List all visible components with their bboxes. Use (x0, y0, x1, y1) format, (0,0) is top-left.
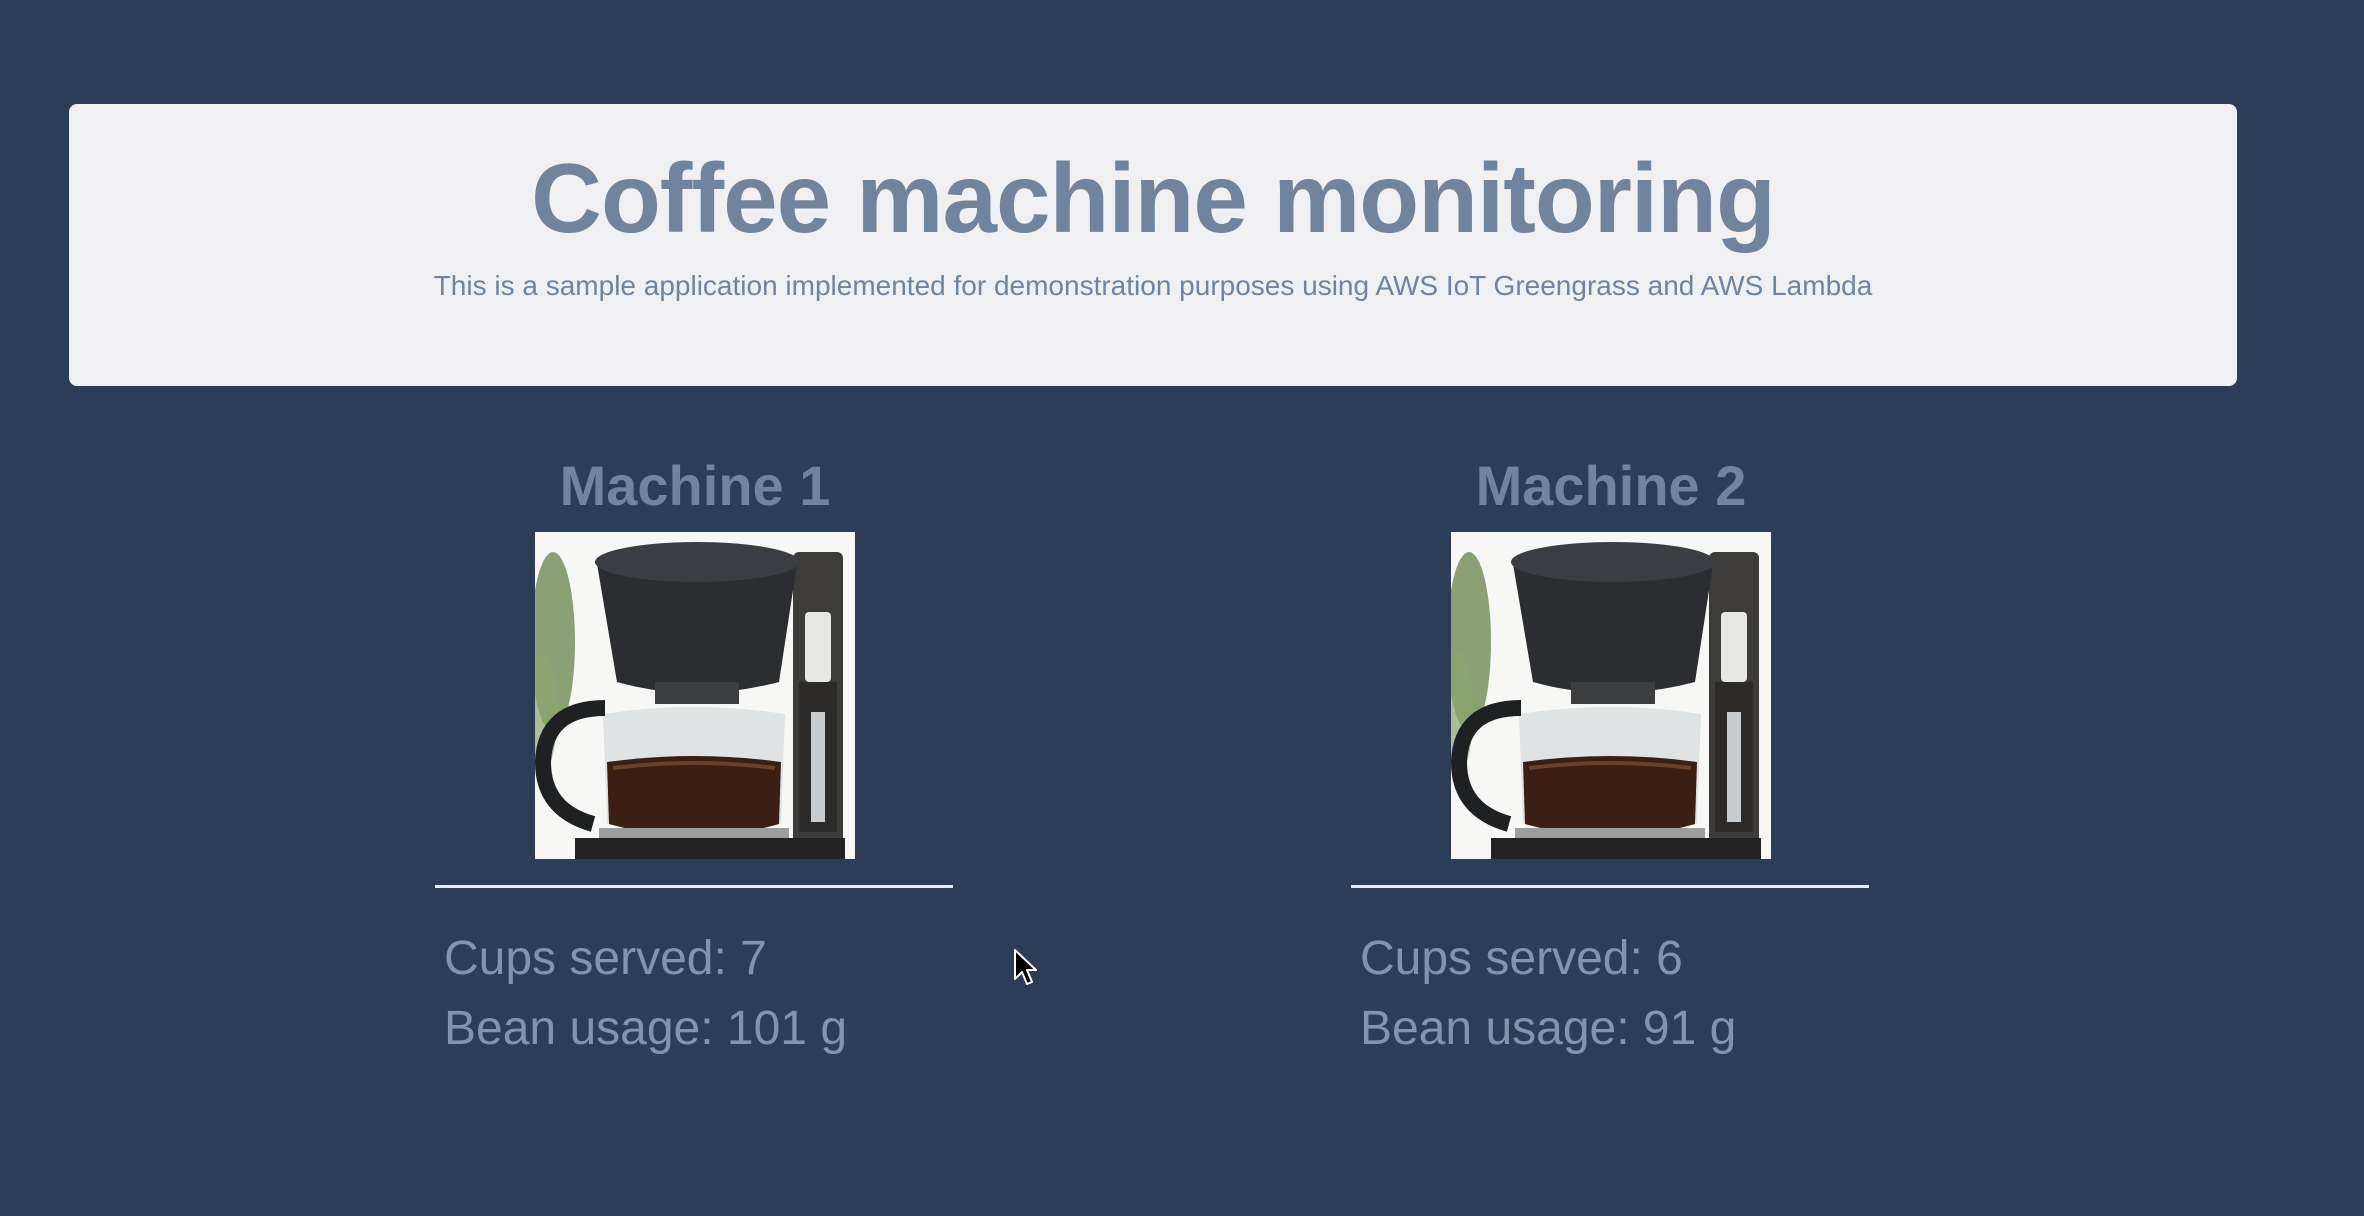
page-title: Coffee machine monitoring (531, 143, 1776, 253)
bean-usage-text: Bean usage: 91 g (1360, 1002, 1737, 1055)
machine-title: Machine 2 (1475, 454, 1747, 517)
cups-served-text: Cups served: 7 (444, 932, 767, 985)
machine-title: Machine 1 (559, 454, 831, 517)
bean-usage-text: Bean usage: 101 g (444, 1002, 848, 1055)
header-panel: Coffee machine monitoring This is a samp… (69, 104, 2237, 386)
cups-served-text: Cups served: 6 (1360, 932, 1683, 985)
divider (435, 885, 953, 888)
coffee-maker-image (1451, 532, 1771, 859)
coffee-maker-image (535, 532, 855, 859)
mouse-pointer-icon (1013, 948, 1039, 988)
machine-card-2: Machine 2 Cups served: 6 Bean usage: 91 … (1351, 450, 1871, 1064)
machine-card-1: Machine 1 Cups served: 7 Bean usage: 101… (435, 450, 955, 1064)
page: Coffee machine monitoring This is a samp… (0, 0, 2364, 1216)
page-subtitle: This is a sample application implemented… (433, 270, 1873, 301)
divider (1351, 885, 1869, 888)
